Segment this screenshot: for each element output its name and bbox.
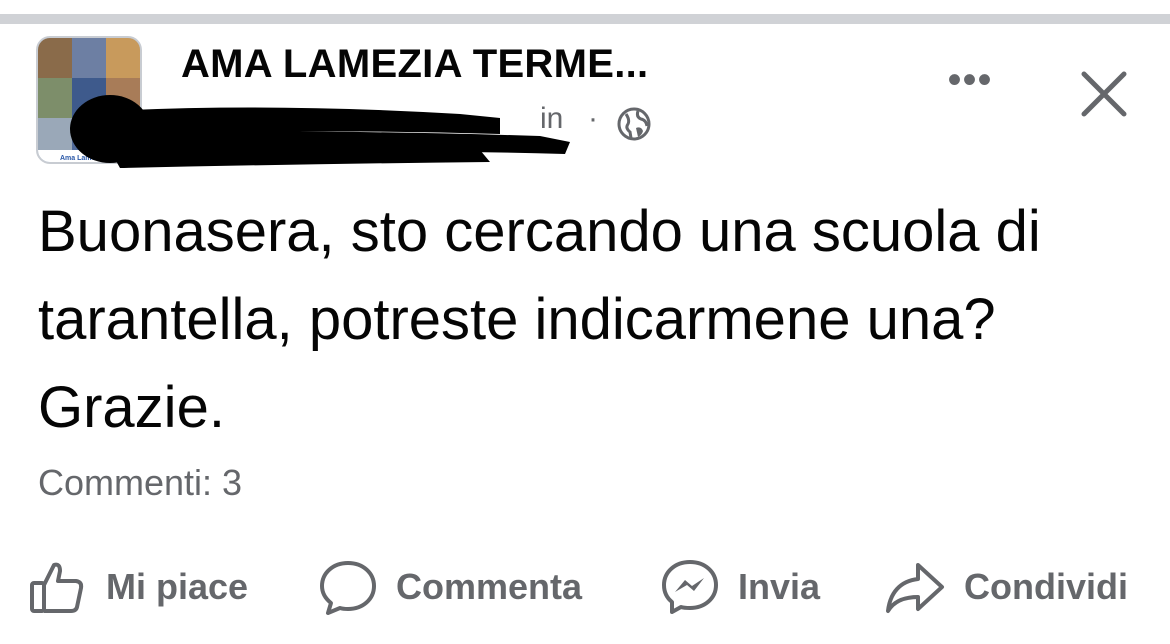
post-timestamp[interactable]: in <box>540 102 563 136</box>
thumbs-up-icon <box>30 562 84 613</box>
comments-count[interactable]: Commenti: 3 <box>38 462 242 504</box>
share-button[interactable]: Condividi <box>884 548 1128 626</box>
page-name[interactable]: AMA LAMEZIA TERME... <box>181 42 648 87</box>
share-arrow-icon <box>886 563 944 613</box>
avatar-caption: Ama Lame <box>60 155 96 162</box>
send-button[interactable]: Invia <box>660 548 820 626</box>
send-label: Invia <box>738 566 821 607</box>
post-card: Ama Lame AMA LAMEZIA TERME... in · ••• B… <box>0 0 1170 644</box>
post-text: Buonasera, sto cercando una scuola di ta… <box>38 199 1041 440</box>
comment-bubble-icon <box>320 561 376 615</box>
more-options-button[interactable]: ••• <box>938 60 1002 100</box>
action-bar: Mi piace Commenta Invia Condividi <box>0 548 1170 628</box>
comment-label: Commenta <box>396 566 583 607</box>
messenger-icon <box>662 560 718 614</box>
share-label: Condividi <box>964 566 1128 607</box>
comment-button[interactable]: Commenta <box>318 548 582 626</box>
card-divider <box>0 14 1170 24</box>
like-button[interactable]: Mi piace <box>28 548 248 626</box>
close-icon <box>1081 71 1127 117</box>
like-label: Mi piace <box>106 566 249 607</box>
post-meta: in · <box>100 92 660 152</box>
globe-icon <box>616 106 652 147</box>
close-button[interactable] <box>1072 62 1136 126</box>
meta-separator: · <box>588 102 598 135</box>
